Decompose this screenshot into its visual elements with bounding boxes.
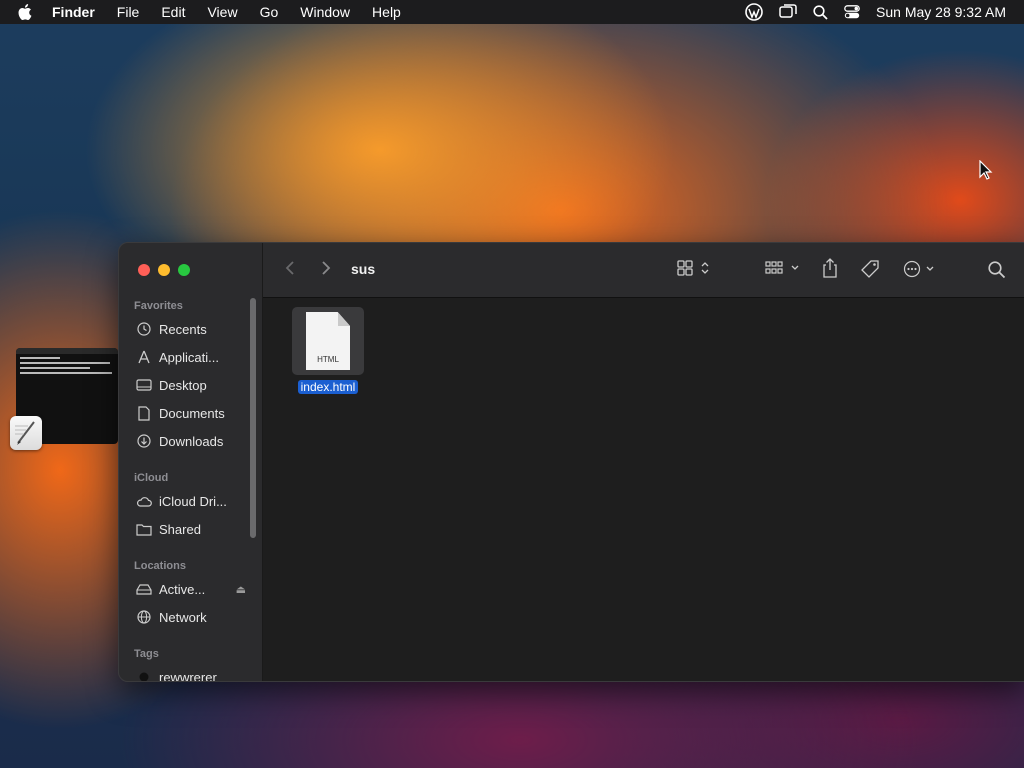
file-type-label: HTML (317, 355, 339, 364)
menu-edit[interactable]: Edit (161, 4, 185, 20)
wordpress-icon[interactable] (745, 3, 763, 21)
group-by-icon[interactable] (765, 260, 801, 276)
cloud-icon (136, 493, 152, 509)
sidebar-item-tag[interactable]: rewwrerer (136, 666, 246, 682)
clock-icon (136, 321, 152, 337)
sidebar-item-recents[interactable]: Recents (136, 318, 246, 340)
menu-bar: Finder File Edit View Go Window Help Sun… (0, 0, 1024, 24)
eject-icon[interactable]: ⏏ (236, 583, 246, 596)
drive-icon (136, 581, 152, 597)
globe-icon (136, 609, 152, 625)
menu-view[interactable]: View (207, 4, 237, 20)
textedit-app-icon[interactable] (10, 416, 42, 450)
sidebar-item-network[interactable]: Network (136, 606, 246, 628)
back-chevron-icon[interactable] (285, 260, 295, 276)
screen-mirroring-icon[interactable] (779, 4, 797, 20)
window-controls (138, 264, 190, 276)
html-file-icon: HTML (306, 312, 350, 370)
desktop-icon (136, 377, 152, 393)
sidebar-scrollbar[interactable] (250, 298, 256, 538)
tag-icon[interactable] (860, 259, 880, 279)
sidebar-item-label: Shared (159, 521, 201, 537)
zoom-button[interactable] (178, 264, 190, 276)
sidebar-item-applications[interactable]: Applicati... (136, 346, 246, 368)
file-name[interactable]: index.html (297, 380, 359, 394)
control-center-icon[interactable] (844, 5, 860, 19)
applications-icon (136, 349, 152, 365)
sidebar-item-downloads[interactable]: Downloads (136, 430, 246, 452)
sidebar-item-label: Downloads (159, 433, 224, 449)
tag-dot-icon (136, 669, 152, 681)
share-icon[interactable] (821, 258, 839, 278)
document-icon (136, 405, 152, 421)
menu-go[interactable]: Go (260, 4, 279, 20)
forward-chevron-icon[interactable] (321, 260, 331, 276)
sidebar-item-active-volume[interactable]: Active... ⏏ (136, 578, 246, 600)
sidebar-item-icloud-drive[interactable]: iCloud Dri... (136, 490, 246, 512)
finder-content: sus HTML index.html (263, 243, 1024, 681)
minimize-button[interactable] (158, 264, 170, 276)
file-item[interactable]: HTML index.html (292, 307, 364, 396)
search-icon[interactable] (988, 261, 1006, 279)
sidebar-item-label: Active... (159, 581, 206, 597)
menu-window[interactable]: Window (300, 4, 350, 20)
menu-clock[interactable]: Sun May 28 9:32 AM (876, 4, 1006, 20)
sidebar-item-label: Desktop (159, 377, 207, 393)
sidebar-header-tags: Tags (134, 648, 159, 660)
window-title: sus (351, 261, 376, 277)
sidebar-item-label: Recents (159, 321, 207, 337)
file-icon-container[interactable]: HTML (292, 307, 364, 375)
more-actions-icon[interactable] (903, 260, 937, 278)
apple-menu-icon[interactable] (18, 3, 36, 21)
shared-folder-icon (136, 521, 152, 537)
finder-sidebar: Favorites Recents Applicati... Desktop D… (119, 243, 263, 681)
menu-app-finder[interactable]: Finder (52, 4, 95, 20)
sidebar-header-favorites: Favorites (134, 300, 183, 312)
sidebar-item-label: Applicati... (159, 349, 219, 365)
close-button[interactable] (138, 264, 150, 276)
download-icon (136, 433, 152, 449)
sidebar-item-documents[interactable]: Documents (136, 402, 246, 424)
menu-help[interactable]: Help (372, 4, 401, 20)
icon-view-icon[interactable] (677, 260, 711, 276)
mouse-cursor-icon (979, 160, 993, 180)
spotlight-search-icon[interactable] (813, 4, 828, 20)
sidebar-item-label: rewwrerer (159, 669, 217, 682)
sidebar-item-label: iCloud Dri... (159, 493, 227, 509)
sidebar-item-label: Documents (159, 405, 225, 421)
sidebar-header-locations: Locations (134, 560, 186, 572)
sidebar-header-icloud: iCloud (134, 472, 169, 484)
sidebar-item-shared[interactable]: Shared (136, 518, 246, 540)
finder-window: Favorites Recents Applicati... Desktop D… (118, 242, 1024, 682)
sidebar-item-label: Network (159, 609, 207, 625)
sidebar-item-desktop[interactable]: Desktop (136, 374, 246, 396)
menu-file[interactable]: File (117, 4, 140, 20)
finder-toolbar: sus (263, 243, 1024, 298)
